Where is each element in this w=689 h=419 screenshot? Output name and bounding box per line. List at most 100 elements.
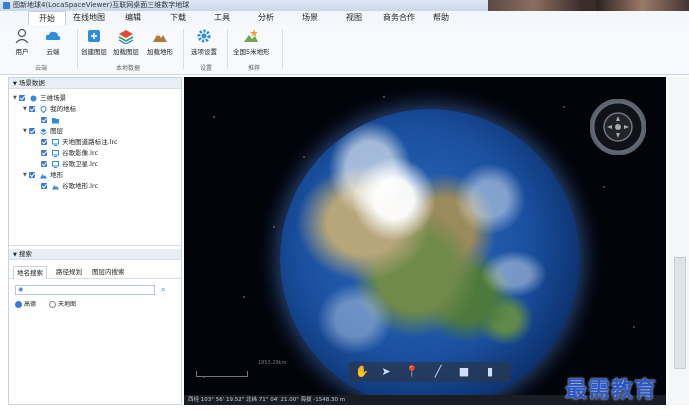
user-icon [14, 28, 30, 44]
tree-checkbox[interactable] [29, 106, 35, 112]
search-input[interactable]: ◉ [15, 285, 155, 295]
menu-tools[interactable]: 工具 [214, 11, 230, 25]
terrain-icon [40, 172, 48, 179]
tab-place-search[interactable]: 地名搜索 [13, 266, 47, 279]
watermark-text: 最需教育 [565, 377, 658, 403]
square-icon[interactable]: ■ [457, 365, 471, 379]
search-tabs: 地名搜索 路径规划 图层内搜索 [9, 266, 181, 279]
tree-item-terrain[interactable]: ▼ 地形 [23, 170, 63, 180]
scale-bar [196, 371, 248, 377]
chart-icon[interactable]: ▮ [483, 365, 497, 379]
line-icon[interactable]: ╱ [431, 365, 445, 379]
bottom-margin [0, 405, 689, 419]
menu-analysis[interactable]: 分析 [258, 11, 274, 25]
terrain-icon [152, 28, 168, 44]
radio-gaode[interactable]: 高德 [15, 299, 36, 308]
terrain-star-icon [243, 28, 259, 44]
location-pin-icon: ◉ [18, 286, 24, 293]
layers-icon [40, 128, 47, 135]
collapse-caret-icon: ▼ [13, 252, 17, 258]
tree-checkbox[interactable] [41, 183, 47, 189]
monitor-icon [52, 160, 60, 168]
hand-icon[interactable]: ✋ [355, 365, 369, 379]
window-title: 图新地球4(LocaSpaceViewer)互联网桌面三维数字地球 [13, 1, 190, 9]
group-separator [77, 29, 78, 69]
search-header[interactable]: ▼ 搜索 [9, 249, 181, 260]
group-label-settings: 设置 [200, 65, 213, 72]
menu-business[interactable]: 商务合作 [383, 11, 415, 25]
tree-checkbox[interactable] [41, 161, 47, 167]
navigation-compass[interactable] [589, 98, 647, 156]
load-layer-icon [118, 28, 134, 45]
scene-data-header[interactable]: ▼ 场景数据 [9, 78, 181, 89]
tree-item-my-placemarks[interactable]: ▼ 我的地标 [23, 104, 76, 114]
webcam-overlay [488, 0, 689, 11]
tree-item-3d-scene[interactable]: ▼ 三维场景 [13, 93, 66, 103]
monitor-icon [52, 138, 60, 146]
monitor-icon [52, 149, 60, 157]
search-icon[interactable]: ⌕ [161, 285, 171, 295]
tree-checkbox[interactable] [41, 117, 47, 123]
menu-view[interactable]: 视图 [346, 11, 362, 25]
tab-route-planning[interactable]: 路径规划 [53, 266, 85, 278]
tree-item-folder[interactable] [41, 115, 62, 125]
map-tool-toolbar: ✋ ➤ 📍 ╱ ■ ▮ [349, 362, 511, 382]
tree-item-tianditu-roads[interactable]: 天地图道路标注.lrc [41, 137, 118, 147]
user-button[interactable]: 用户 [14, 28, 30, 56]
create-layer-button[interactable]: 创建图层 [81, 28, 107, 56]
menu-online-map[interactable]: 在线地图 [73, 11, 105, 25]
cloud-layer [280, 109, 580, 405]
webcam-person-right [596, 0, 689, 11]
menu-home[interactable]: 开始 [28, 11, 66, 25]
create-layer-icon [86, 28, 102, 44]
right-scrollbar[interactable] [668, 77, 689, 405]
load-layer-button[interactable]: 加载图层 [113, 28, 139, 56]
group-separator [227, 29, 228, 69]
globe-icon [30, 95, 37, 102]
menu-scene[interactable]: 场景 [302, 11, 318, 25]
pin-icon [40, 105, 47, 113]
scene-tree: ▼ 三维场景 ▼ 我的地标 ▼ 图层 天地图道路标注.lrc 谷歌影像.lrc … [9, 89, 181, 246]
scrollbar-thumb[interactable] [674, 257, 686, 369]
cursor-icon[interactable]: ➤ [379, 365, 393, 379]
radio-button[interactable] [49, 301, 56, 308]
webcam-person-left [488, 0, 580, 11]
terrain-icon [52, 183, 60, 190]
globe-viewport[interactable]: 1853.29km ✋ ➤ 📍 ╱ ■ ▮ 西经 103° 56' 19.52"… [184, 77, 666, 405]
group-separator [183, 29, 184, 69]
gear-icon [196, 28, 212, 44]
app-icon [3, 2, 10, 9]
tree-checkbox[interactable] [29, 128, 35, 134]
options-button[interactable]: 选项设置 [191, 28, 217, 56]
group-separator [282, 29, 283, 69]
tree-item-layers[interactable]: ▼ 图层 [23, 126, 63, 136]
group-label-local-data: 本地数据 [116, 65, 141, 72]
group-label-recommend: 推荐 [248, 65, 261, 72]
folder-icon [52, 117, 60, 124]
tree-checkbox[interactable] [41, 150, 47, 156]
cloud-icon [45, 28, 61, 44]
collapse-caret-icon: ▼ [13, 81, 17, 87]
menu-download[interactable]: 下载 [170, 11, 186, 25]
tree-checkbox[interactable] [29, 172, 35, 178]
tree-item-google-satellite[interactable]: 谷歌卫星.lrc [41, 159, 98, 169]
cloud-button[interactable]: 云端 [45, 28, 61, 56]
search-section: ▼ 搜索 地名搜索 路径规划 图层内搜索 ◉ ⌕ 高德 天地图 [9, 249, 181, 308]
menu-edit[interactable]: 编辑 [125, 11, 141, 25]
left-panel: ▼ 场景数据 ▼ 三维场景 ▼ 我的地标 ▼ 图层 天地图道路标注.lrc 谷歌影… [8, 77, 182, 405]
radio-tianditu[interactable]: 天地图 [49, 299, 76, 308]
ribbon-toolbar: 用户 云端 云端 创建图层 加载图层 加载地形 本地数据 选项设置 设置 全国5… [0, 25, 689, 75]
load-terrain-button[interactable]: 加载地形 [147, 28, 173, 56]
group-label-cloud: 云端 [35, 65, 48, 72]
tree-checkbox[interactable] [41, 139, 47, 145]
tab-layer-search[interactable]: 图层内搜索 [89, 266, 128, 278]
menu-bar: 开始 在线地图 编辑 下载 工具 分析 场景 视图 商务合作 帮助 [0, 11, 689, 26]
menu-help[interactable]: 帮助 [433, 11, 449, 25]
scale-label: 1853.29km [258, 360, 287, 366]
tree-item-google-imagery[interactable]: 谷歌影像.lrc [41, 148, 98, 158]
tree-checkbox[interactable] [19, 95, 25, 101]
tree-item-google-terrain[interactable]: 谷歌地形.lrc [41, 181, 98, 191]
pin-icon[interactable]: 📍 [405, 365, 419, 379]
national-terrain-button[interactable]: 全国5米地形 [233, 28, 270, 56]
radio-button[interactable] [15, 301, 22, 308]
